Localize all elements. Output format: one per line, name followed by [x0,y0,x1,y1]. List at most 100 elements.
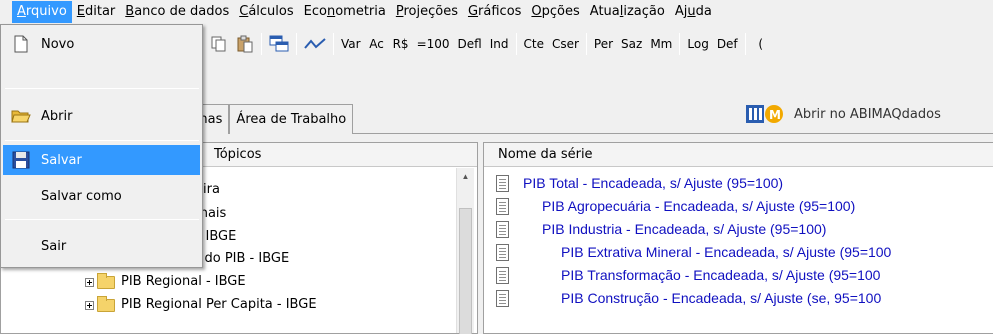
menu-item-label: Salvar como [41,188,122,204]
menu-item-sair[interactable]: Sair [3,231,200,261]
menu-calculos[interactable]: Cálculos [234,1,298,23]
menu-graficos[interactable]: Gráficos [463,1,526,23]
series-header[interactable]: Nome da série [484,143,993,167]
menu-label-accel: A [17,4,26,19]
menu-label-pre: Atua [589,4,620,19]
menu-separator [5,219,199,220]
menu-label-pre: Aj [674,4,688,19]
menu-label-accel: E [76,4,85,19]
menu-label-post: pções [541,4,580,19]
tree-item-pib-regional[interactable]: PIB Regional - IBGE [85,271,246,293]
tree-item-label: PIB Regional - IBGE [121,274,246,289]
menu-label-post: da [695,4,712,19]
abimaq-logo-icon: M [746,104,790,124]
cser-button[interactable]: Cser [548,32,583,56]
menu-label-post: rojeções [403,4,458,19]
menu-label-accel: C [239,4,249,19]
document-icon [496,198,509,215]
menu-label-post: anco de dados [134,4,230,19]
menu-atualizacao[interactable]: Atualização [585,1,670,23]
toolbar-separator [585,33,587,55]
document-icon [496,244,509,261]
series-item[interactable]: PIB Construção - Encadeada, s/ Ajuste (s… [561,287,881,309]
folder-icon [97,295,115,312]
scroll-up-arrow-icon[interactable]: ▲ [457,168,474,185]
toolbar-separator [296,33,297,55]
series-item[interactable]: PIB Total - Encadeada, s/ Ajuste (95=100… [523,172,783,194]
topics-scrollbar[interactable]: ▲ [456,168,474,334]
rs-button[interactable]: R$ [389,32,413,56]
menu-label-post: ditar [85,4,116,19]
tab-area-de-trabalho[interactable]: Área de Trabalho [229,104,354,134]
document-icon [496,175,509,192]
scroll-thumb[interactable] [459,208,472,334]
series-item[interactable]: PIB Industria - Encadeada, s/ Ajuste (95… [542,218,826,240]
menu-label-post: rquivo [25,4,67,19]
toolbar-separator [744,33,746,55]
series-panel: Nome da série PIB Total - Encadeada, s/ … [483,142,993,334]
cte-button[interactable]: Cte [520,32,548,56]
menu-econometria[interactable]: Econometria [299,1,391,23]
paste-icon[interactable] [232,32,258,56]
saz-button[interactable]: Saz [617,32,646,56]
mm-button[interactable]: Mm [646,32,676,56]
line-chart-icon[interactable] [300,32,330,56]
menu-item-novo[interactable]: Novo [3,29,200,59]
menu-label-accel: n [326,4,336,19]
ac-button[interactable]: Ac [365,32,389,56]
svg-text:M: M [769,108,781,122]
expand-icon[interactable] [85,277,94,287]
menu-item-label: Novo [41,36,75,52]
abrir-abimaq-button[interactable]: M Abrir no ABIMAQdados [746,104,941,124]
menu-label-pre: Eco [303,4,327,19]
log-button[interactable]: Log [683,32,712,56]
toolbar-separator [333,33,334,55]
arquivo-dropdown-menu: Novo Abrir Salvar Salvar como Sair [0,24,203,268]
defl-button[interactable]: Defl [454,32,486,56]
series-item[interactable]: PIB Agropecuária - Encadeada, s/ Ajuste … [542,195,855,217]
menu-arquivo[interactable]: Arquivo [12,1,72,23]
menubar: Arquivo Editar Banco de dados Cálculos E… [0,0,993,24]
def-button[interactable]: Def [713,32,742,56]
toolbar-separator [261,33,262,55]
menu-label-accel: B [125,4,135,19]
tree-item-label: PIB Regional Per Capita - IBGE [121,297,317,312]
menu-label-accel: u [687,4,696,19]
abrir-abimaq-label: Abrir no ABIMAQdados [794,106,941,122]
menu-banco-de-dados[interactable]: Banco de dados [120,1,234,23]
document-icon [496,221,509,238]
blank-icon [11,236,31,256]
copy-icon[interactable] [206,32,232,56]
menu-opcoes[interactable]: Opções [526,1,584,23]
tree-item-pib-regional-per-capita[interactable]: PIB Regional Per Capita - IBGE [85,294,317,316]
blank-icon [11,186,31,206]
document-icon [496,267,509,284]
truncated-button[interactable]: ( [749,32,773,56]
menu-item-label: Salvar [41,152,82,168]
windows-icon[interactable] [265,32,293,56]
menu-label-post: ização [623,4,665,19]
index100-button[interactable]: =100 [413,32,454,56]
ind-button[interactable]: Ind [486,32,513,56]
open-folder-icon [11,106,31,126]
menu-item-salvar-como[interactable]: Salvar como [3,181,200,211]
per-button[interactable]: Per [590,32,617,56]
series-item[interactable]: PIB Transformação - Encadeada, s/ Ajuste… [561,264,880,286]
document-icon [496,290,509,307]
expand-icon[interactable] [85,300,94,310]
new-document-icon [11,34,31,54]
menu-label-post: ráficos [478,4,522,19]
toolbar-separator [515,33,517,55]
menu-label-accel: G [467,4,479,19]
series-item[interactable]: PIB Extrativa Mineral - Encadeada, s/ Aj… [561,241,891,263]
menu-editar[interactable]: Editar [72,1,121,23]
menu-projecoes[interactable]: Projeções [391,1,463,23]
menu-item-abrir[interactable]: Abrir [3,101,200,131]
var-button[interactable]: Var [337,32,365,56]
menu-item-label: Sair [41,238,67,254]
menu-separator [5,140,199,141]
menu-ajuda[interactable]: Ajuda [670,1,717,23]
menu-item-label: Abrir [41,108,73,124]
menu-label-post: ometria [335,4,386,19]
menu-item-salvar[interactable]: Salvar [3,145,200,175]
